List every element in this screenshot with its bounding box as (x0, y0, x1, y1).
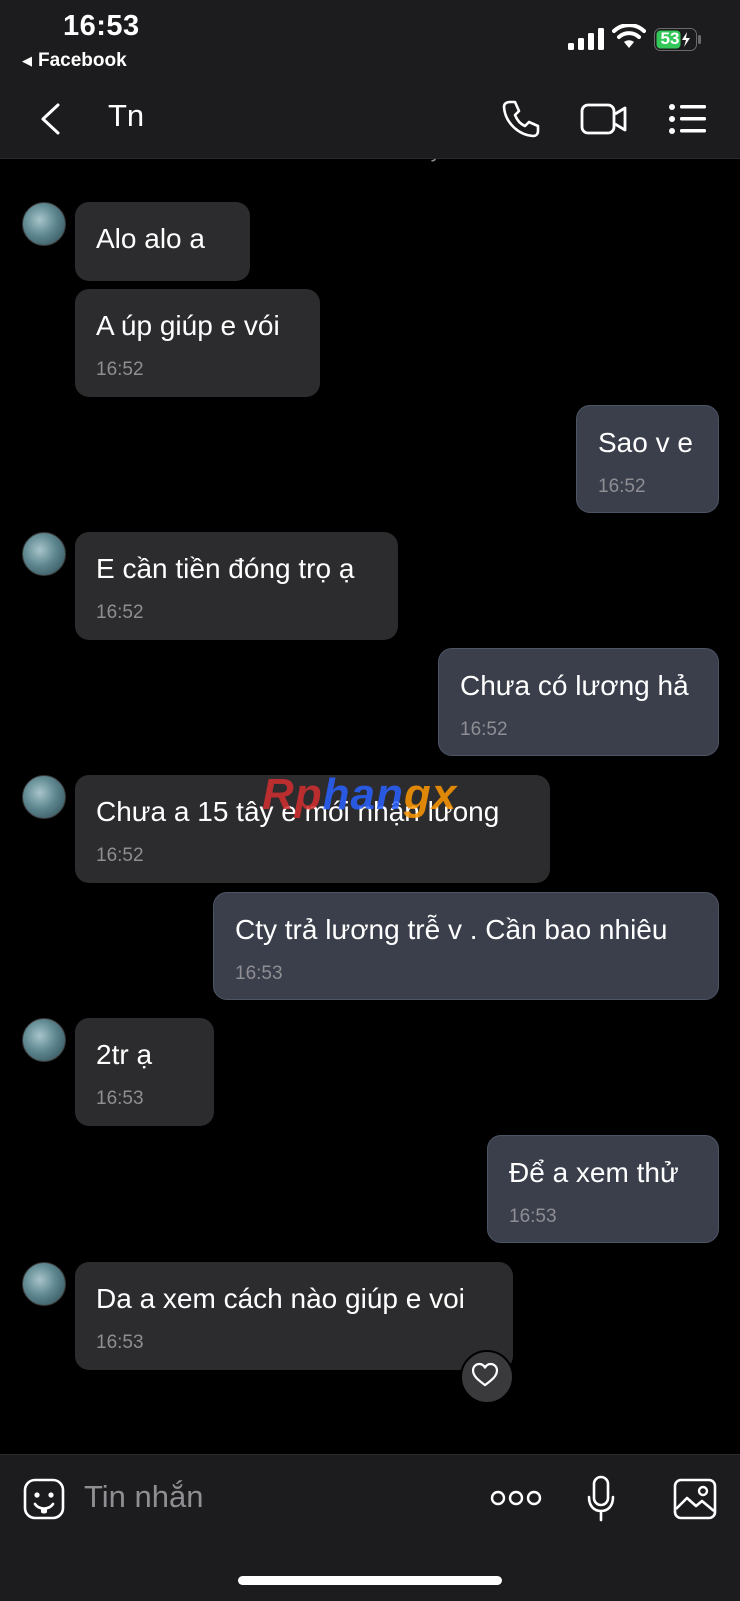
message-bubble-outgoing[interactable]: Sao v e 16:52 (576, 405, 719, 513)
avatar[interactable] (22, 532, 66, 576)
message-bubble-incoming[interactable]: E cần tiền đóng trọ ạ 16:52 (75, 532, 398, 640)
message-time: 16:53 (235, 963, 283, 984)
message-bubble-incoming[interactable]: A úp giúp e vói 16:52 (75, 289, 320, 397)
message-bubble-outgoing[interactable]: Chưa có lương hả 16:52 (438, 648, 719, 756)
back-chevron-icon[interactable] (38, 102, 62, 136)
message-text: A úp giúp e vói (96, 310, 280, 341)
wifi-icon (612, 24, 646, 48)
message-time: 16:52 (598, 476, 646, 497)
sticker-icon[interactable] (22, 1477, 66, 1521)
message-text: Da a xem cách nào giúp e voi (96, 1283, 465, 1314)
message-time: 16:52 (460, 719, 508, 740)
chat-header: Tn (0, 80, 740, 159)
video-icon[interactable] (580, 101, 628, 137)
message-bubble-incoming[interactable]: Alo alo a (75, 202, 250, 281)
avatar[interactable] (22, 202, 66, 246)
message-time: 16:52 (96, 359, 144, 380)
heart-reaction-button[interactable] (460, 1350, 514, 1404)
message-text: Cty trả lương trễ v . Cần bao nhiêu (235, 914, 668, 945)
chat-title[interactable]: Tn (108, 98, 144, 134)
message-time: 16:53 (96, 1088, 144, 1109)
message-bubble-outgoing[interactable]: Cty trả lương trễ v . Cần bao nhiêu 16:5… (213, 892, 719, 1000)
home-indicator[interactable] (238, 1576, 502, 1585)
watermark-logo: Rphangx (262, 770, 458, 819)
message-time: 16:52 (96, 845, 144, 866)
message-text: Sao v e (598, 427, 693, 458)
avatar[interactable] (22, 1262, 66, 1306)
back-triangle-icon: ◀ (22, 53, 32, 68)
message-text: Chưa có lương hả (460, 670, 689, 701)
message-text: Để a xem thử (509, 1157, 679, 1188)
status-time: 16:53 (63, 10, 140, 42)
message-input[interactable]: Tin nhắn (84, 1479, 204, 1515)
message-text: E cần tiền đóng trọ ạ (96, 553, 355, 584)
avatar[interactable] (22, 775, 66, 819)
mic-icon[interactable] (586, 1475, 616, 1523)
message-time: 16:53 (509, 1206, 557, 1227)
message-time: 16:52 (96, 602, 144, 623)
avatar[interactable] (22, 1018, 66, 1062)
status-bar: 16:53 ◀ Facebook 53 (0, 0, 740, 80)
more-icon[interactable] (490, 1483, 542, 1513)
message-time: 16:53 (96, 1332, 144, 1353)
message-text: 2tr ạ (96, 1039, 153, 1070)
heart-icon (471, 1362, 499, 1387)
battery-percent: 53 (660, 29, 680, 48)
signal-icon (568, 28, 604, 50)
message-bubble-outgoing[interactable]: Để a xem thử 16:53 (487, 1135, 719, 1243)
menu-icon[interactable] (668, 102, 708, 136)
back-app-label: Facebook (38, 50, 127, 71)
message-bubble-incoming[interactable]: Da a xem cách nào giúp e voi 16:53 (75, 1262, 513, 1370)
message-bubble-incoming[interactable]: 2tr ạ 16:53 (75, 1018, 214, 1126)
message-text: Alo alo a (96, 223, 205, 254)
gallery-icon[interactable] (672, 1477, 718, 1521)
back-to-app-link[interactable]: ◀ Facebook (22, 50, 127, 72)
phone-icon[interactable] (500, 98, 542, 140)
